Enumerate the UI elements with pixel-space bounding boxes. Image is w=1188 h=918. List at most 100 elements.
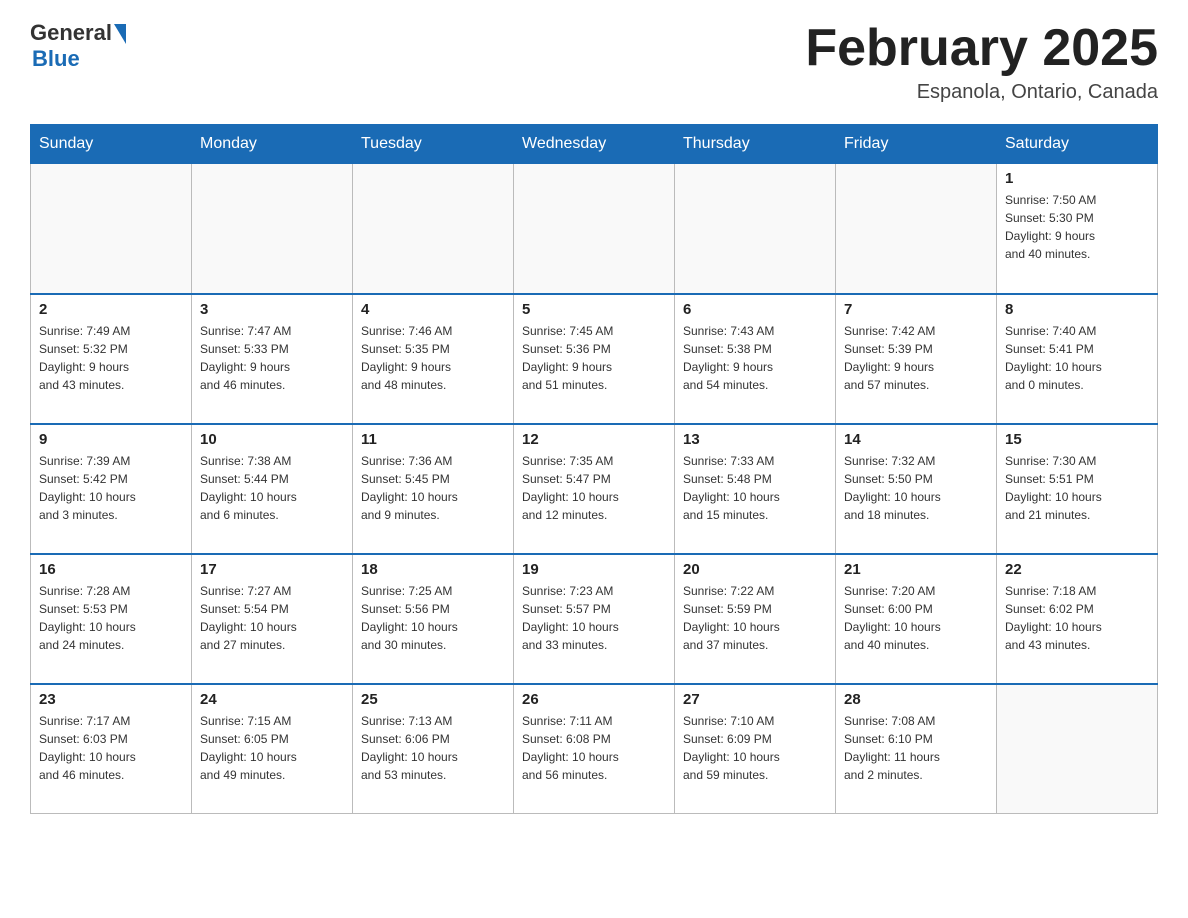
day-number: 14 <box>844 431 988 448</box>
header-wednesday: Wednesday <box>514 125 675 164</box>
day-number: 25 <box>361 691 505 708</box>
calendar-cell: 11 Sunrise: 7:36 AM Sunset: 5:45 PM Dayli… <box>353 424 514 554</box>
day-info: Sunrise: 7:40 AM Sunset: 5:41 PM Dayligh… <box>1005 322 1149 394</box>
day-number: 19 <box>522 561 666 578</box>
day-number: 16 <box>39 561 183 578</box>
calendar-cell: 27 Sunrise: 7:10 AM Sunset: 6:09 PM Dayli… <box>675 684 836 814</box>
day-number: 8 <box>1005 301 1149 318</box>
day-info: Sunrise: 7:27 AM Sunset: 5:54 PM Dayligh… <box>200 582 344 654</box>
calendar-cell: 17 Sunrise: 7:27 AM Sunset: 5:54 PM Dayli… <box>192 554 353 684</box>
day-number: 20 <box>683 561 827 578</box>
calendar-cell <box>836 164 997 294</box>
day-info: Sunrise: 7:08 AM Sunset: 6:10 PM Dayligh… <box>844 712 988 784</box>
week-row-0: 1 Sunrise: 7:50 AM Sunset: 5:30 PM Daylig… <box>31 164 1158 294</box>
day-info: Sunrise: 7:30 AM Sunset: 5:51 PM Dayligh… <box>1005 452 1149 524</box>
calendar-cell: 25 Sunrise: 7:13 AM Sunset: 6:06 PM Dayli… <box>353 684 514 814</box>
day-info: Sunrise: 7:15 AM Sunset: 6:05 PM Dayligh… <box>200 712 344 784</box>
day-number: 13 <box>683 431 827 448</box>
day-number: 28 <box>844 691 988 708</box>
calendar-cell: 21Sunrise: 7:20 AM Sunset: 6:00 PM Dayli… <box>836 554 997 684</box>
calendar-cell: 20 Sunrise: 7:22 AM Sunset: 5:59 PM Dayli… <box>675 554 836 684</box>
day-number: 15 <box>1005 431 1149 448</box>
page-header: General Blue February 2025 Espanola, Ont… <box>30 20 1158 104</box>
day-info: Sunrise: 7:17 AM Sunset: 6:03 PM Dayligh… <box>39 712 183 784</box>
day-number: 2 <box>39 301 183 318</box>
calendar-cell: 7 Sunrise: 7:42 AM Sunset: 5:39 PM Daylig… <box>836 294 997 424</box>
calendar-cell <box>514 164 675 294</box>
logo-triangle-icon <box>114 24 126 44</box>
day-info: Sunrise: 7:18 AM Sunset: 6:02 PM Dayligh… <box>1005 582 1149 654</box>
day-info: Sunrise: 7:36 AM Sunset: 5:45 PM Dayligh… <box>361 452 505 524</box>
day-number: 3 <box>200 301 344 318</box>
day-number: 11 <box>361 431 505 448</box>
calendar-cell: 13 Sunrise: 7:33 AM Sunset: 5:48 PM Dayli… <box>675 424 836 554</box>
day-number: 23 <box>39 691 183 708</box>
day-number: 4 <box>361 301 505 318</box>
calendar-location: Espanola, Ontario, Canada <box>805 81 1158 104</box>
day-number: 7 <box>844 301 988 318</box>
day-number: 10 <box>200 431 344 448</box>
day-info: Sunrise: 7:33 AM Sunset: 5:48 PM Dayligh… <box>683 452 827 524</box>
day-number: 1 <box>1005 170 1149 187</box>
day-info: Sunrise: 7:28 AM Sunset: 5:53 PM Dayligh… <box>39 582 183 654</box>
week-row-4: 23 Sunrise: 7:17 AM Sunset: 6:03 PM Dayli… <box>31 684 1158 814</box>
week-row-1: 2 Sunrise: 7:49 AM Sunset: 5:32 PM Daylig… <box>31 294 1158 424</box>
calendar-cell: 24 Sunrise: 7:15 AM Sunset: 6:05 PM Dayli… <box>192 684 353 814</box>
calendar-cell: 23 Sunrise: 7:17 AM Sunset: 6:03 PM Dayli… <box>31 684 192 814</box>
day-number: 24 <box>200 691 344 708</box>
calendar-cell <box>997 684 1158 814</box>
header-friday: Friday <box>836 125 997 164</box>
day-info: Sunrise: 7:38 AM Sunset: 5:44 PM Dayligh… <box>200 452 344 524</box>
calendar-cell: 12Sunrise: 7:35 AM Sunset: 5:47 PM Dayli… <box>514 424 675 554</box>
day-number: 18 <box>361 561 505 578</box>
week-row-3: 16 Sunrise: 7:28 AM Sunset: 5:53 PM Dayli… <box>31 554 1158 684</box>
day-info: Sunrise: 7:35 AM Sunset: 5:47 PM Dayligh… <box>522 452 666 524</box>
day-number: 22 <box>1005 561 1149 578</box>
calendar-cell: 5Sunrise: 7:45 AM Sunset: 5:36 PM Daylig… <box>514 294 675 424</box>
day-info: Sunrise: 7:10 AM Sunset: 6:09 PM Dayligh… <box>683 712 827 784</box>
day-info: Sunrise: 7:25 AM Sunset: 5:56 PM Dayligh… <box>361 582 505 654</box>
calendar-cell: 14 Sunrise: 7:32 AM Sunset: 5:50 PM Dayli… <box>836 424 997 554</box>
calendar-title: February 2025 <box>805 20 1158 77</box>
calendar-cell: 16 Sunrise: 7:28 AM Sunset: 5:53 PM Dayli… <box>31 554 192 684</box>
calendar-cell <box>675 164 836 294</box>
logo-blue-text: Blue <box>32 46 80 72</box>
header-thursday: Thursday <box>675 125 836 164</box>
day-info: Sunrise: 7:42 AM Sunset: 5:39 PM Dayligh… <box>844 322 988 394</box>
header-tuesday: Tuesday <box>353 125 514 164</box>
calendar-cell: 18 Sunrise: 7:25 AM Sunset: 5:56 PM Dayli… <box>353 554 514 684</box>
week-row-2: 9 Sunrise: 7:39 AM Sunset: 5:42 PM Daylig… <box>31 424 1158 554</box>
day-info: Sunrise: 7:39 AM Sunset: 5:42 PM Dayligh… <box>39 452 183 524</box>
header-monday: Monday <box>192 125 353 164</box>
day-info: Sunrise: 7:45 AM Sunset: 5:36 PM Dayligh… <box>522 322 666 394</box>
day-info: Sunrise: 7:50 AM Sunset: 5:30 PM Dayligh… <box>1005 191 1149 263</box>
calendar-table: Sunday Monday Tuesday Wednesday Thursday… <box>30 124 1158 814</box>
day-info: Sunrise: 7:47 AM Sunset: 5:33 PM Dayligh… <box>200 322 344 394</box>
calendar-cell: 1 Sunrise: 7:50 AM Sunset: 5:30 PM Daylig… <box>997 164 1158 294</box>
day-info: Sunrise: 7:23 AM Sunset: 5:57 PM Dayligh… <box>522 582 666 654</box>
calendar-cell: 26 Sunrise: 7:11 AM Sunset: 6:08 PM Dayli… <box>514 684 675 814</box>
calendar-cell <box>31 164 192 294</box>
day-number: 6 <box>683 301 827 318</box>
day-number: 27 <box>683 691 827 708</box>
calendar-cell: 6Sunrise: 7:43 AM Sunset: 5:38 PM Daylig… <box>675 294 836 424</box>
logo-general-text: General <box>30 20 112 46</box>
logo: General Blue <box>30 20 126 72</box>
day-number: 9 <box>39 431 183 448</box>
calendar-cell: 4Sunrise: 7:46 AM Sunset: 5:35 PM Daylig… <box>353 294 514 424</box>
day-info: Sunrise: 7:22 AM Sunset: 5:59 PM Dayligh… <box>683 582 827 654</box>
day-number: 17 <box>200 561 344 578</box>
calendar-cell: 22 Sunrise: 7:18 AM Sunset: 6:02 PM Dayli… <box>997 554 1158 684</box>
day-number: 26 <box>522 691 666 708</box>
calendar-cell: 3 Sunrise: 7:47 AM Sunset: 5:33 PM Daylig… <box>192 294 353 424</box>
calendar-cell: 15 Sunrise: 7:30 AM Sunset: 5:51 PM Dayli… <box>997 424 1158 554</box>
header-saturday: Saturday <box>997 125 1158 164</box>
header-sunday: Sunday <box>31 125 192 164</box>
calendar-cell: 9 Sunrise: 7:39 AM Sunset: 5:42 PM Daylig… <box>31 424 192 554</box>
day-info: Sunrise: 7:32 AM Sunset: 5:50 PM Dayligh… <box>844 452 988 524</box>
day-info: Sunrise: 7:49 AM Sunset: 5:32 PM Dayligh… <box>39 322 183 394</box>
day-info: Sunrise: 7:11 AM Sunset: 6:08 PM Dayligh… <box>522 712 666 784</box>
calendar-cell: 8 Sunrise: 7:40 AM Sunset: 5:41 PM Daylig… <box>997 294 1158 424</box>
day-info: Sunrise: 7:13 AM Sunset: 6:06 PM Dayligh… <box>361 712 505 784</box>
calendar-cell <box>353 164 514 294</box>
